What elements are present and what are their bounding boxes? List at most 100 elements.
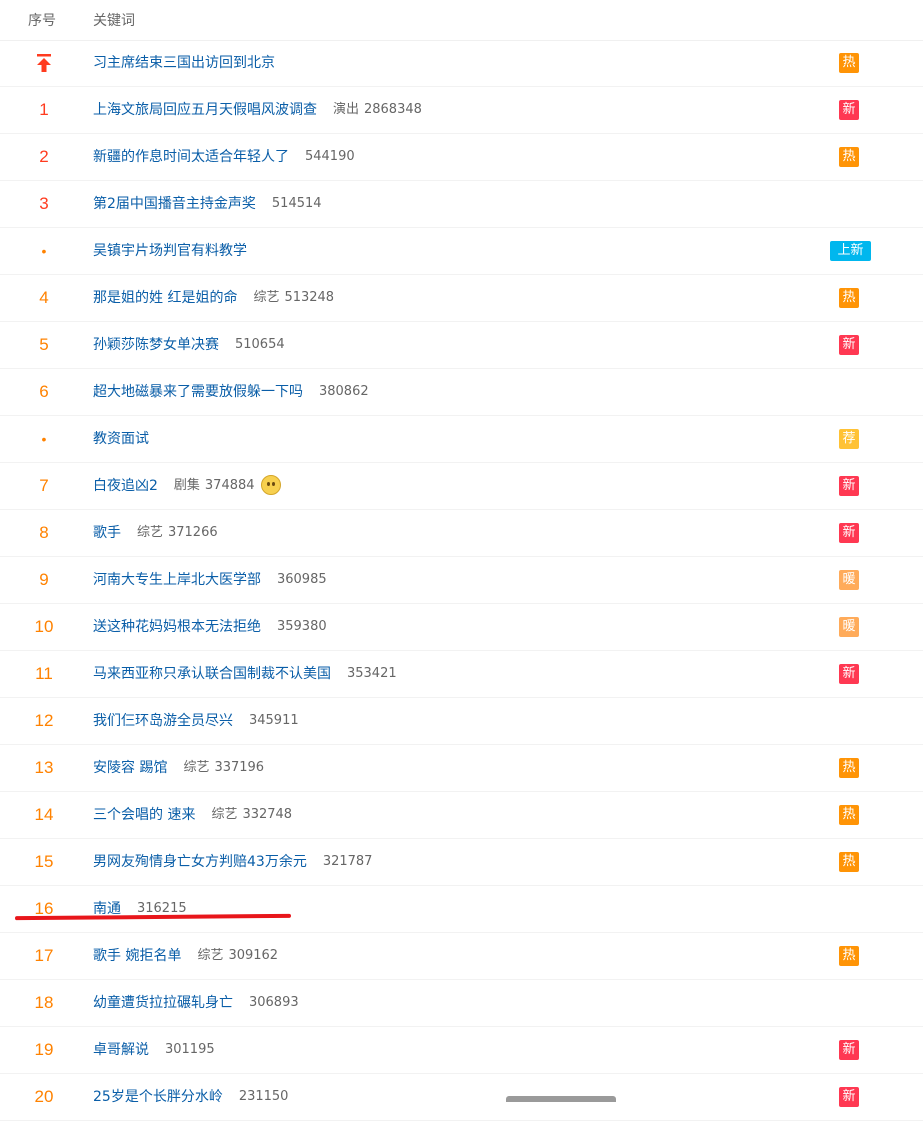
rank-number: 3 — [39, 194, 49, 213]
search-count: 321787 — [322, 854, 373, 869]
list-item: 13 安陵容 踢馆 综艺 337196 热 — [0, 745, 923, 792]
search-count: 360985 — [276, 572, 327, 587]
keyword-link[interactable]: 孙颖莎陈梦女单决赛 — [93, 335, 219, 355]
rank-number: 5 — [39, 335, 49, 354]
category-label: 综艺 — [197, 948, 224, 963]
list-item: 14 三个会唱的 速来 综艺 332748 热 — [0, 792, 923, 839]
rank-number: 7 — [39, 476, 49, 495]
status-badge: 热 — [839, 147, 859, 167]
keyword-link[interactable]: 卓哥解说 — [93, 1040, 149, 1060]
status-badge: 新 — [839, 476, 859, 496]
search-count: 2868348 — [363, 102, 422, 117]
search-count: 353421 — [346, 666, 397, 681]
rank-number: 8 — [39, 523, 49, 542]
rank-number: • — [41, 431, 47, 447]
pinned-top-icon — [37, 54, 51, 72]
keyword-link[interactable]: 那是姐的姓 红是姐的命 — [93, 288, 237, 308]
status-badge: 新 — [839, 1040, 859, 1060]
keyword-link[interactable]: 马来西亚称只承认联合国制裁不认美国 — [93, 664, 331, 684]
keyword-link[interactable]: 白夜追凶2 — [93, 476, 158, 496]
rank-column-header: 序号 — [28, 13, 56, 29]
keyword-column-header: 关键词 — [93, 13, 135, 29]
list-item: 6 超大地磁暴来了需要放假躲一下吗 380862 — [0, 369, 923, 416]
status-badge: 新 — [839, 664, 859, 684]
keyword-link[interactable]: 习主席结束三国出访回到北京 — [93, 53, 275, 73]
rank-number: • — [41, 243, 47, 259]
search-count: 514514 — [271, 196, 322, 211]
keyword-link[interactable]: 我们仨环岛游全员尽兴 — [93, 711, 233, 731]
list-item: 20 25岁是个长胖分水岭 231150 新 — [0, 1074, 923, 1121]
search-count: 510654 — [234, 337, 285, 352]
list-item: 1 上海文旅局回应五月天假唱风波调查 演出 2868348 新 — [0, 87, 923, 134]
search-count: 306893 — [248, 995, 299, 1010]
list-item: 5 孙颖莎陈梦女单决赛 510654 新 — [0, 322, 923, 369]
search-count: 380862 — [318, 384, 369, 399]
keyword-link[interactable]: 超大地磁暴来了需要放假躲一下吗 — [93, 382, 303, 402]
keyword-link[interactable]: 幼童遭货拉拉碾轧身亡 — [93, 993, 233, 1013]
list-item: 11 马来西亚称只承认联合国制裁不认美国 353421 新 — [0, 651, 923, 698]
rank-number: 20 — [34, 1087, 54, 1106]
keyword-link[interactable]: 25岁是个长胖分水岭 — [93, 1087, 223, 1107]
status-badge: 热 — [839, 758, 859, 778]
list-item: 15 男网友殉情身亡女方判赔43万余元 321787 热 — [0, 839, 923, 886]
keyword-link[interactable]: 安陵容 踢馆 — [93, 758, 167, 778]
search-count: 359380 — [276, 619, 327, 634]
status-badge: 热 — [839, 946, 859, 966]
keyword-link[interactable]: 男网友殉情身亡女方判赔43万余元 — [93, 852, 307, 872]
status-badge: 新 — [839, 1087, 859, 1107]
status-badge: 新 — [839, 100, 859, 120]
list-item: 17 歌手 婉拒名单 综艺 309162 热 — [0, 933, 923, 980]
scroll-handle[interactable] — [506, 1096, 616, 1102]
keyword-link[interactable]: 新疆的作息时间太适合年轻人了 — [93, 147, 289, 167]
rank-number: 9 — [39, 570, 49, 589]
category-label: 综艺 — [136, 525, 163, 540]
search-count: 345911 — [248, 713, 299, 728]
search-count: 332748 — [242, 807, 293, 822]
status-badge: 暖 — [839, 617, 859, 637]
hot-search-list: 习主席结束三国出访回到北京热 1 上海文旅局回应五月天假唱风波调查 演出 2868348… — [0, 40, 923, 1121]
status-badge: 热 — [839, 53, 859, 73]
keyword-link[interactable]: 第2届中国播音主持金声奖 — [93, 194, 256, 214]
search-count: 374884 — [204, 478, 255, 493]
list-item: 12 我们仨环岛游全员尽兴 345911 — [0, 698, 923, 745]
status-badge: 上新 — [830, 241, 871, 261]
status-badge: 热 — [839, 852, 859, 872]
category-label: 综艺 — [253, 290, 280, 305]
search-count: 301195 — [164, 1042, 215, 1057]
rank-number: 6 — [39, 382, 49, 401]
rank-number: 14 — [34, 805, 54, 824]
search-count: 513248 — [284, 290, 335, 305]
rank-number: 1 — [39, 100, 49, 119]
list-item: • 吴镇宇片场判官有料教学 上新 — [0, 228, 923, 275]
rank-number: 2 — [39, 147, 49, 166]
list-item: • 教资面试 荐 — [0, 416, 923, 463]
keyword-link[interactable]: 上海文旅局回应五月天假唱风波调查 — [93, 100, 317, 120]
category-label: 演出 — [332, 102, 359, 117]
rank-number: 18 — [34, 993, 54, 1012]
rank-number: 12 — [34, 711, 54, 730]
list-item: 16 南通 316215 — [0, 886, 923, 933]
list-item: 9 河南大专生上岸北大医学部 360985 暖 — [0, 557, 923, 604]
keyword-link[interactable]: 歌手 婉拒名单 — [93, 946, 181, 966]
keyword-link[interactable]: 送这种花妈妈根本无法拒绝 — [93, 617, 261, 637]
table-header: 序号 关键词 — [0, 0, 923, 41]
list-item: 18 幼童遭货拉拉碾轧身亡 306893 — [0, 980, 923, 1027]
status-badge: 荐 — [839, 429, 859, 449]
status-badge: 新 — [839, 523, 859, 543]
category-label: 综艺 — [183, 760, 210, 775]
keyword-link[interactable]: 河南大专生上岸北大医学部 — [93, 570, 261, 590]
status-badge: 暖 — [839, 570, 859, 590]
status-badge: 热 — [839, 288, 859, 308]
keyword-link[interactable]: 教资面试 — [93, 429, 149, 449]
keyword-link[interactable]: 歌手 — [93, 523, 121, 543]
list-item: 2 新疆的作息时间太适合年轻人了 544190 热 — [0, 134, 923, 181]
rank-number: 17 — [34, 946, 54, 965]
smile-emoji-icon — [260, 475, 281, 495]
keyword-link[interactable]: 三个会唱的 速来 — [93, 805, 195, 825]
keyword-link[interactable]: 吴镇宇片场判官有料教学 — [93, 241, 247, 261]
search-count: 337196 — [214, 760, 265, 775]
rank-number: 4 — [39, 288, 49, 307]
search-count: 544190 — [304, 149, 355, 164]
rank-number: 13 — [34, 758, 54, 777]
list-item: 4 那是姐的姓 红是姐的命 综艺 513248 热 — [0, 275, 923, 322]
